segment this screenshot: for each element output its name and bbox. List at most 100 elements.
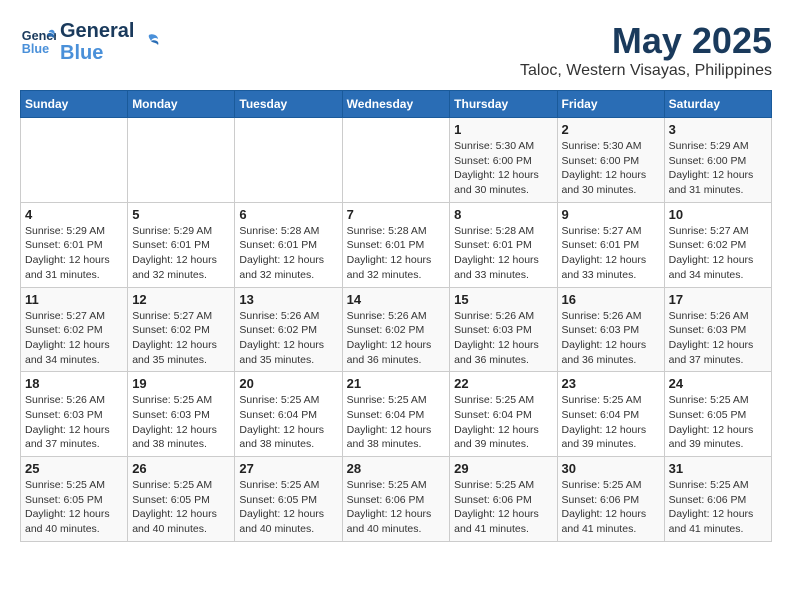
- day-number: 28: [347, 461, 446, 476]
- day-info: Sunrise: 5:26 AM Sunset: 6:03 PM Dayligh…: [669, 309, 767, 368]
- calendar-cell: 29Sunrise: 5:25 AM Sunset: 6:06 PM Dayli…: [450, 457, 557, 542]
- day-number: 5: [132, 207, 230, 222]
- calendar-week-row: 25 Sunrise: 5:25 AM Sunset: 6:05 PM Dayli…: [21, 457, 772, 542]
- calendar-cell: 26 Sunrise: 5:25 AM Sunset: 6:05 PM Dayli…: [128, 457, 235, 542]
- day-number: 14: [347, 292, 446, 307]
- day-number: 20: [239, 376, 337, 391]
- day-info: Sunrise: 5:27 AM Sunset: 6:02 PM Dayligh…: [132, 309, 230, 368]
- calendar-cell: 9 Sunrise: 5:27 AM Sunset: 6:01 PM Daylig…: [557, 202, 664, 287]
- calendar-cell: 3Sunrise: 5:29 AM Sunset: 6:00 PM Daylig…: [664, 118, 771, 203]
- day-info: Sunrise: 5:25 AM Sunset: 6:06 PM Dayligh…: [562, 478, 660, 537]
- day-number: 15: [454, 292, 552, 307]
- day-number: 9: [562, 207, 660, 222]
- day-number: 27: [239, 461, 337, 476]
- calendar-cell: 18Sunrise: 5:26 AM Sunset: 6:03 PM Dayli…: [21, 372, 128, 457]
- day-number: 29: [454, 461, 552, 476]
- day-info: Sunrise: 5:25 AM Sunset: 6:04 PM Dayligh…: [347, 393, 446, 452]
- calendar-cell: 8Sunrise: 5:28 AM Sunset: 6:01 PM Daylig…: [450, 202, 557, 287]
- calendar-cell: 20 Sunrise: 5:25 AM Sunset: 6:04 PM Dayli…: [235, 372, 342, 457]
- calendar-week-row: 1 Sunrise: 5:30 AM Sunset: 6:00 PM Daylig…: [21, 118, 772, 203]
- calendar-cell: [235, 118, 342, 203]
- day-info: Sunrise: 5:26 AM Sunset: 6:03 PM Dayligh…: [25, 393, 123, 452]
- calendar-cell: 25 Sunrise: 5:25 AM Sunset: 6:05 PM Dayli…: [21, 457, 128, 542]
- weekday-header-thursday: Thursday: [450, 91, 557, 118]
- day-number: 4: [25, 207, 123, 222]
- day-info: Sunrise: 5:26 AM Sunset: 6:03 PM Dayligh…: [562, 309, 660, 368]
- calendar-cell: 19Sunrise: 5:25 AM Sunset: 6:03 PM Dayli…: [128, 372, 235, 457]
- calendar-cell: 11Sunrise: 5:27 AM Sunset: 6:02 PM Dayli…: [21, 287, 128, 372]
- day-info: Sunrise: 5:26 AM Sunset: 6:02 PM Dayligh…: [347, 309, 446, 368]
- page-title: May 2025: [520, 20, 772, 62]
- calendar-cell: 15Sunrise: 5:26 AM Sunset: 6:03 PM Dayli…: [450, 287, 557, 372]
- weekday-header-wednesday: Wednesday: [342, 91, 450, 118]
- day-number: 21: [347, 376, 446, 391]
- day-number: 7: [347, 207, 446, 222]
- calendar-week-row: 11Sunrise: 5:27 AM Sunset: 6:02 PM Dayli…: [21, 287, 772, 372]
- calendar-cell: 10 Sunrise: 5:27 AM Sunset: 6:02 PM Dayli…: [664, 202, 771, 287]
- weekday-header-saturday: Saturday: [664, 91, 771, 118]
- calendar-cell: 5 Sunrise: 5:29 AM Sunset: 6:01 PM Daylig…: [128, 202, 235, 287]
- svg-text:Blue: Blue: [22, 42, 49, 56]
- day-info: Sunrise: 5:29 AM Sunset: 6:01 PM Dayligh…: [132, 224, 230, 283]
- calendar-cell: 27 Sunrise: 5:25 AM Sunset: 6:05 PM Dayli…: [235, 457, 342, 542]
- title-block: May 2025 Taloc, Western Visayas, Philipp…: [520, 20, 772, 80]
- day-number: 25: [25, 461, 123, 476]
- logo: General Blue General Blue: [20, 20, 160, 64]
- calendar-cell: 16 Sunrise: 5:26 AM Sunset: 6:03 PM Dayli…: [557, 287, 664, 372]
- day-info: Sunrise: 5:25 AM Sunset: 6:04 PM Dayligh…: [562, 393, 660, 452]
- weekday-header-monday: Monday: [128, 91, 235, 118]
- day-info: Sunrise: 5:25 AM Sunset: 6:05 PM Dayligh…: [132, 478, 230, 537]
- day-info: Sunrise: 5:28 AM Sunset: 6:01 PM Dayligh…: [239, 224, 337, 283]
- day-number: 23: [562, 376, 660, 391]
- day-info: Sunrise: 5:28 AM Sunset: 6:01 PM Dayligh…: [347, 224, 446, 283]
- day-info: Sunrise: 5:25 AM Sunset: 6:05 PM Dayligh…: [239, 478, 337, 537]
- day-info: Sunrise: 5:25 AM Sunset: 6:04 PM Dayligh…: [454, 393, 552, 452]
- day-info: Sunrise: 5:25 AM Sunset: 6:05 PM Dayligh…: [25, 478, 123, 537]
- day-info: Sunrise: 5:25 AM Sunset: 6:04 PM Dayligh…: [239, 393, 337, 452]
- calendar-cell: 4 Sunrise: 5:29 AM Sunset: 6:01 PM Daylig…: [21, 202, 128, 287]
- weekday-header-friday: Friday: [557, 91, 664, 118]
- day-number: 8: [454, 207, 552, 222]
- logo-general: General: [60, 20, 134, 42]
- page-subtitle: Taloc, Western Visayas, Philippines: [520, 62, 772, 80]
- logo-bird-icon: [138, 31, 160, 53]
- day-info: Sunrise: 5:29 AM Sunset: 6:01 PM Dayligh…: [25, 224, 123, 283]
- day-info: Sunrise: 5:27 AM Sunset: 6:01 PM Dayligh…: [562, 224, 660, 283]
- logo-blue: Blue: [60, 42, 134, 64]
- day-info: Sunrise: 5:25 AM Sunset: 6:05 PM Dayligh…: [669, 393, 767, 452]
- calendar-cell: [128, 118, 235, 203]
- day-info: Sunrise: 5:30 AM Sunset: 6:00 PM Dayligh…: [454, 139, 552, 198]
- day-number: 6: [239, 207, 337, 222]
- weekday-header-tuesday: Tuesday: [235, 91, 342, 118]
- calendar-cell: [21, 118, 128, 203]
- day-info: Sunrise: 5:25 AM Sunset: 6:03 PM Dayligh…: [132, 393, 230, 452]
- day-number: 17: [669, 292, 767, 307]
- day-number: 10: [669, 207, 767, 222]
- day-number: 31: [669, 461, 767, 476]
- calendar-cell: 23 Sunrise: 5:25 AM Sunset: 6:04 PM Dayli…: [557, 372, 664, 457]
- day-info: Sunrise: 5:25 AM Sunset: 6:06 PM Dayligh…: [347, 478, 446, 537]
- day-number: 30: [562, 461, 660, 476]
- day-info: Sunrise: 5:27 AM Sunset: 6:02 PM Dayligh…: [669, 224, 767, 283]
- day-number: 16: [562, 292, 660, 307]
- day-number: 26: [132, 461, 230, 476]
- calendar-cell: [342, 118, 450, 203]
- day-info: Sunrise: 5:27 AM Sunset: 6:02 PM Dayligh…: [25, 309, 123, 368]
- calendar-week-row: 4 Sunrise: 5:29 AM Sunset: 6:01 PM Daylig…: [21, 202, 772, 287]
- weekday-header-sunday: Sunday: [21, 91, 128, 118]
- day-number: 1: [454, 122, 552, 137]
- calendar-header-row: SundayMondayTuesdayWednesdayThursdayFrid…: [21, 91, 772, 118]
- calendar-cell: 14 Sunrise: 5:26 AM Sunset: 6:02 PM Dayli…: [342, 287, 450, 372]
- day-number: 13: [239, 292, 337, 307]
- logo-icon: General Blue: [20, 24, 56, 60]
- page-header: General Blue General Blue May 2025 Taloc…: [20, 20, 772, 80]
- calendar-cell: 21 Sunrise: 5:25 AM Sunset: 6:04 PM Dayli…: [342, 372, 450, 457]
- day-number: 2: [562, 122, 660, 137]
- day-info: Sunrise: 5:26 AM Sunset: 6:02 PM Dayligh…: [239, 309, 337, 368]
- calendar-cell: 13 Sunrise: 5:26 AM Sunset: 6:02 PM Dayli…: [235, 287, 342, 372]
- calendar-cell: 7 Sunrise: 5:28 AM Sunset: 6:01 PM Daylig…: [342, 202, 450, 287]
- day-number: 22: [454, 376, 552, 391]
- day-info: Sunrise: 5:25 AM Sunset: 6:06 PM Dayligh…: [669, 478, 767, 537]
- calendar-cell: 31 Sunrise: 5:25 AM Sunset: 6:06 PM Dayli…: [664, 457, 771, 542]
- calendar-cell: 1 Sunrise: 5:30 AM Sunset: 6:00 PM Daylig…: [450, 118, 557, 203]
